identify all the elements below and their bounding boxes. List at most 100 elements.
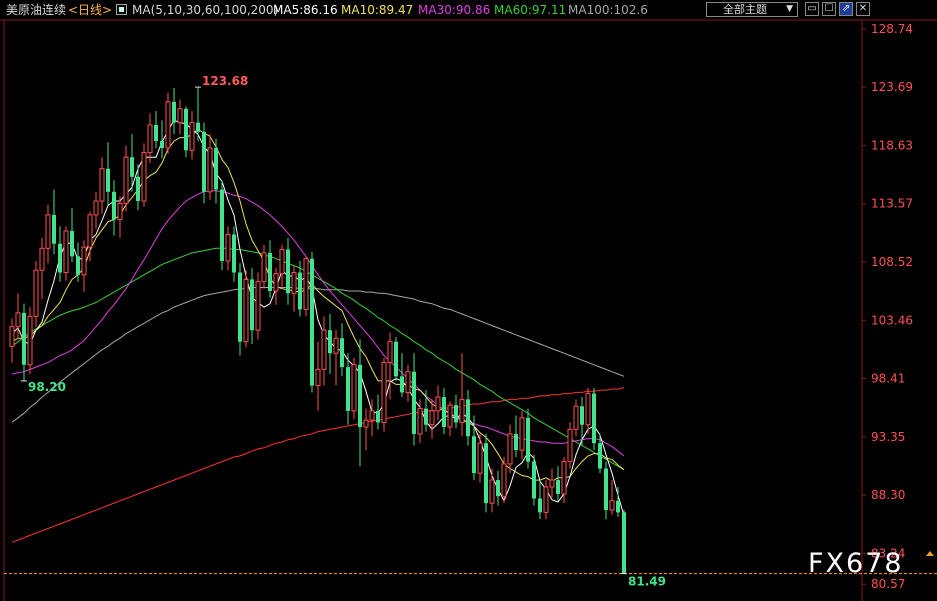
candle-body	[351, 364, 357, 412]
candle	[189, 111, 195, 160]
candle-body	[123, 156, 129, 204]
candle-body	[532, 461, 536, 499]
candle	[172, 88, 176, 135]
candle-body	[238, 272, 242, 342]
candle	[33, 260, 39, 327]
candle-body	[369, 410, 375, 421]
y-tick-label: 128.74	[871, 22, 913, 36]
candle	[321, 316, 327, 386]
candle	[442, 387, 446, 434]
candle	[466, 390, 470, 446]
y-tick-label: 108.52	[871, 255, 913, 269]
candle	[81, 240, 87, 293]
candle	[27, 307, 33, 374]
candle	[435, 385, 441, 421]
candle	[238, 263, 242, 356]
candle-body	[45, 214, 51, 249]
candle	[514, 415, 518, 458]
candle	[501, 457, 507, 504]
candle-body	[58, 243, 62, 273]
candle	[592, 387, 596, 451]
candle-body	[454, 405, 458, 423]
candle	[376, 394, 380, 430]
candle-body	[184, 108, 188, 151]
candle-body	[117, 202, 123, 220]
candlestick-chart[interactable]: 128.74 123.69 118.63 113.57 108.52 103.46 98.4…	[0, 0, 937, 601]
candle-body	[573, 405, 579, 430]
candle-body	[33, 269, 39, 317]
candle-body	[442, 397, 446, 428]
candle	[165, 92, 171, 154]
candle	[250, 267, 254, 345]
candle-body	[429, 410, 435, 426]
candle-body	[232, 234, 236, 273]
candle-body	[70, 231, 74, 257]
candle-body	[279, 248, 285, 275]
candle-body	[172, 101, 176, 123]
candle	[489, 468, 495, 513]
candle-body	[303, 258, 309, 310]
candle-body	[394, 341, 398, 377]
candle	[63, 226, 69, 281]
candle	[207, 134, 213, 200]
candle-body	[400, 376, 404, 393]
candle-body	[154, 124, 158, 142]
candle-body	[177, 108, 183, 124]
candle-body	[207, 147, 213, 193]
candle	[400, 353, 404, 398]
candle-body	[507, 433, 513, 465]
candle	[387, 332, 393, 400]
candle-body	[496, 480, 500, 497]
candle	[556, 466, 560, 501]
candle	[22, 303, 26, 381]
candle-body	[63, 230, 69, 274]
candle-body	[616, 500, 620, 513]
candle-body	[243, 278, 249, 343]
candle-body	[435, 396, 441, 412]
candle-body	[417, 408, 423, 435]
candle-body	[141, 152, 147, 202]
candle-body	[189, 122, 195, 151]
candle-body	[501, 463, 507, 497]
candle-body	[130, 157, 134, 177]
y-tick-label: 118.63	[871, 138, 913, 152]
candle-body	[99, 168, 105, 202]
candle-body	[165, 101, 171, 149]
candle	[538, 480, 542, 520]
candle	[454, 394, 458, 429]
candle	[358, 339, 362, 467]
candle	[39, 237, 45, 300]
annotation-label-last: 81.49	[628, 575, 666, 589]
candle-body	[39, 247, 45, 271]
candle-body	[466, 399, 470, 437]
candle-body	[447, 404, 453, 428]
candle-body	[609, 500, 615, 511]
candle-body	[310, 258, 314, 386]
candle-body	[340, 338, 344, 368]
candle-body	[87, 214, 93, 248]
candle	[112, 180, 116, 236]
candle-body	[538, 498, 542, 513]
candle-body	[363, 419, 369, 428]
candle	[93, 191, 99, 229]
candle	[459, 353, 465, 437]
candle	[177, 99, 183, 135]
candle	[328, 314, 332, 374]
candle	[232, 226, 236, 282]
candle-body	[519, 417, 525, 451]
candle	[202, 122, 206, 204]
candle	[484, 433, 488, 513]
candle-body	[459, 398, 465, 423]
candle	[273, 267, 279, 305]
candle	[15, 293, 21, 340]
candle-body	[561, 461, 567, 495]
candle-body	[220, 189, 224, 261]
candle-body	[22, 312, 26, 365]
candle-body	[112, 191, 116, 220]
candle-body	[514, 433, 518, 451]
candle-body	[261, 252, 267, 283]
candle-body	[268, 252, 272, 291]
candle	[394, 337, 398, 381]
candle-body	[93, 200, 99, 216]
candle-body	[160, 141, 164, 148]
